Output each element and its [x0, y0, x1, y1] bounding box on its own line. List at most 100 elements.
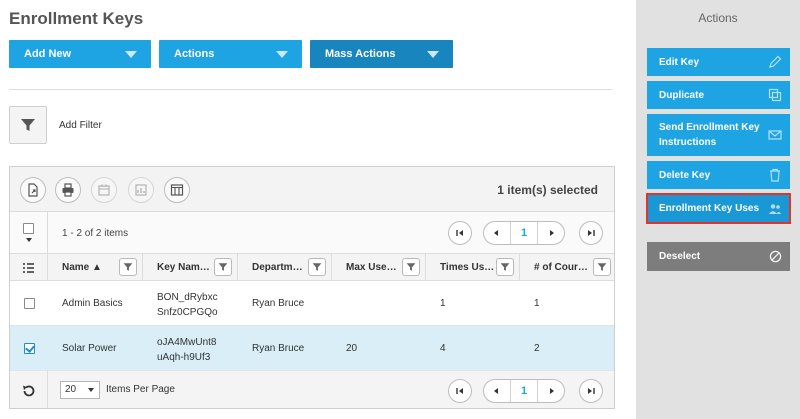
prev-page-button[interactable]: [484, 380, 508, 402]
table-row[interactable]: Admin Basics BON_dRybxc Snfz0CPGQo Ryan …: [10, 281, 614, 326]
envelope-icon: [768, 130, 782, 140]
enrollment-key-uses-label: Enrollment Key Uses: [659, 203, 760, 214]
add-filter-button[interactable]: [9, 106, 47, 144]
cell-times-used: 1: [440, 298, 446, 309]
column-label: Key Nam…: [157, 262, 210, 273]
pager-top: 1 - 2 of 2 items 1: [10, 212, 614, 254]
mass-actions-dropdown[interactable]: Mass Actions: [310, 40, 453, 68]
cell-key-name: BON_dRybxc Snfz0CPGQo: [157, 292, 218, 318]
edit-key-button[interactable]: Edit Key: [647, 48, 790, 76]
calendar-button[interactable]: [91, 177, 117, 203]
printer-icon: [62, 183, 74, 197]
column-header-name[interactable]: Name ▲: [48, 254, 143, 281]
send-instructions-button[interactable]: Send Enrollment Key Instructions: [647, 114, 790, 156]
column-header-department[interactable]: Departm…: [238, 254, 332, 281]
column-label: # of Cour…: [534, 262, 588, 273]
row-checkbox[interactable]: [23, 343, 35, 354]
first-page-button[interactable]: [448, 379, 472, 403]
mass-actions-label: Mass Actions: [325, 48, 396, 60]
deselect-label: Deselect: [659, 251, 701, 262]
add-new-dropdown[interactable]: Add New: [9, 40, 151, 68]
item-count: 1 - 2 of 2 items: [62, 228, 129, 239]
grid-toolbar: 1 item(s) selected: [10, 167, 614, 212]
column-filter-icon[interactable]: [496, 258, 514, 276]
report-icon: [135, 184, 147, 196]
pencil-icon: [769, 55, 782, 68]
row-select-cell[interactable]: [10, 281, 48, 326]
prev-icon: [494, 388, 498, 394]
select-all-checkbox[interactable]: [23, 222, 34, 234]
cell-key-name: oJA4MwUnt8 uAqh-h9Uf3: [157, 337, 217, 363]
users-icon: [769, 204, 781, 214]
duplicate-icon: [768, 88, 782, 102]
duplicate-button[interactable]: Duplicate: [647, 81, 790, 109]
cell-courses: 1: [534, 298, 540, 309]
divider: [9, 89, 612, 90]
delete-key-button[interactable]: Delete Key: [647, 161, 790, 189]
export-icon: [28, 183, 38, 197]
last-page-button[interactable]: [579, 379, 603, 403]
current-page[interactable]: 1: [510, 380, 538, 402]
prev-page-button[interactable]: [484, 222, 508, 244]
cell-department: Ryan Bruce: [252, 343, 305, 354]
add-filter-label[interactable]: Add Filter: [59, 120, 102, 131]
caret-down-icon: [88, 388, 94, 392]
row-checkbox[interactable]: [23, 298, 35, 309]
first-page-button[interactable]: [448, 221, 472, 245]
row-select-cell[interactable]: [10, 326, 48, 371]
column-label: Times Us…: [440, 262, 495, 273]
send-instructions-label: Send Enrollment Key Instructions: [659, 122, 760, 148]
column-filter-icon[interactable]: [402, 258, 420, 276]
select-all-dropdown[interactable]: [10, 212, 48, 253]
column-header-key-name[interactable]: Key Nam…: [143, 254, 238, 281]
print-button[interactable]: [55, 177, 81, 203]
actions-panel: Actions Edit Key Duplicate Send Enrollme…: [636, 0, 800, 419]
page-navigator: 1: [483, 221, 565, 245]
column-header-times-used[interactable]: Times Us…: [426, 254, 520, 281]
export-button[interactable]: [20, 177, 46, 203]
last-page-icon: [588, 230, 595, 236]
last-page-icon: [588, 388, 595, 394]
column-filter-icon[interactable]: [214, 258, 232, 276]
deselect-button[interactable]: Deselect: [647, 242, 790, 271]
columns-icon: [170, 184, 184, 196]
prev-icon: [494, 230, 498, 236]
cell-max-uses: 20: [346, 343, 358, 354]
caret-down-icon: [25, 237, 32, 242]
next-page-button[interactable]: [540, 380, 564, 402]
first-page-icon: [456, 388, 463, 394]
enrollment-keys-grid: 1 item(s) selected 1 - 2 of 2 items 1 Na…: [9, 166, 615, 409]
actions-label: Actions: [174, 48, 215, 60]
page-navigator: 1: [483, 379, 565, 403]
column-label: Name ▲: [62, 262, 102, 273]
cell-times-used: 4: [440, 343, 446, 354]
column-filter-icon[interactable]: [308, 258, 326, 276]
actions-dropdown[interactable]: Actions: [159, 40, 302, 68]
table-row[interactable]: Solar Power oJA4MwUnt8 uAqh-h9Uf3 Ryan B…: [10, 326, 614, 371]
caret-down-icon: [125, 51, 137, 58]
row-menu-header[interactable]: [10, 254, 48, 281]
column-filter-icon[interactable]: [593, 258, 611, 276]
refresh-icon: [22, 385, 34, 396]
enrollment-key-uses-button[interactable]: Enrollment Key Uses: [646, 193, 791, 224]
main-area: Enrollment Keys Add New Actions Mass Act…: [0, 0, 636, 419]
last-page-button[interactable]: [579, 221, 603, 245]
refresh-button[interactable]: [10, 371, 48, 408]
trash-icon: [770, 168, 780, 182]
column-header-max-uses[interactable]: Max Use…: [332, 254, 426, 281]
cell-name: Solar Power: [62, 343, 117, 354]
column-header-courses[interactable]: # of Cour…: [520, 254, 614, 281]
next-page-button[interactable]: [540, 222, 564, 244]
duplicate-label: Duplicate: [659, 90, 705, 101]
current-page[interactable]: 1: [510, 222, 538, 244]
column-filter-icon[interactable]: [119, 258, 137, 276]
delete-key-label: Delete Key: [659, 170, 711, 181]
items-per-page-value: 20: [65, 384, 77, 395]
columns-button[interactable]: [164, 177, 190, 203]
items-per-page-select[interactable]: 20: [60, 381, 100, 399]
first-page-icon: [456, 230, 463, 236]
selected-count: 1 item(s) selected: [497, 183, 598, 197]
report-button[interactable]: [128, 177, 154, 203]
cell-courses: 2: [534, 343, 540, 354]
column-label: Max Use…: [346, 262, 397, 273]
